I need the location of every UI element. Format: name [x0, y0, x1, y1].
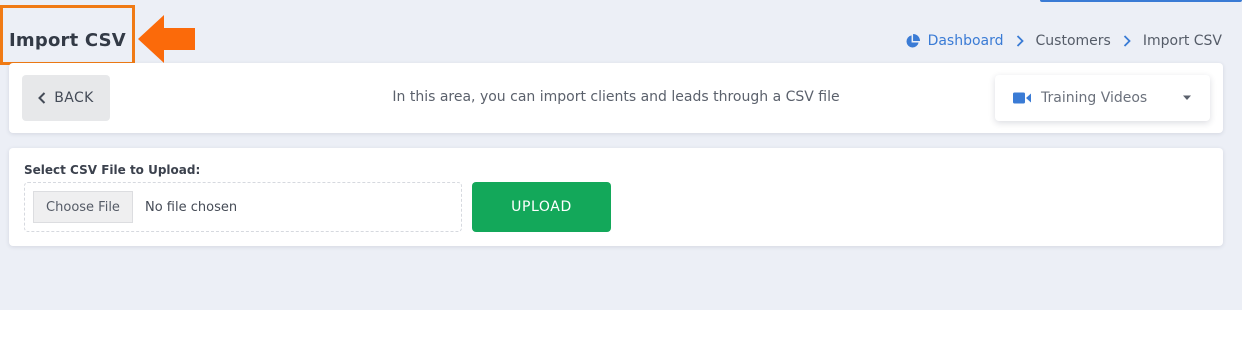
chevron-right-icon [1123, 35, 1131, 47]
breadcrumb-customers-link[interactable]: Customers [1036, 33, 1111, 49]
pie-chart-icon [906, 33, 920, 48]
breadcrumb-current-page: Import CSV [1142, 33, 1222, 49]
upload-field-label: Select CSV File to Upload: [24, 163, 201, 177]
training-videos-dropdown[interactable]: Training Videos [995, 75, 1210, 121]
chevron-right-icon [1016, 35, 1024, 47]
csv-file-input[interactable]: Choose File No file chosen [24, 182, 462, 232]
file-status-text: No file chosen [145, 199, 238, 215]
top-accent-bar [1040, 0, 1242, 2]
breadcrumb-dashboard-link[interactable]: Dashboard [905, 33, 1004, 49]
choose-file-button[interactable]: Choose File [33, 191, 133, 223]
training-videos-label: Training Videos [1041, 90, 1148, 106]
upload-card: Select CSV File to Upload: Choose File N… [9, 148, 1223, 246]
arrow-left-icon [138, 15, 195, 63]
caret-down-icon [1183, 95, 1191, 100]
page-title: Import CSV [9, 30, 126, 51]
toolbar-card: BACK In this area, you can import client… [9, 63, 1223, 133]
breadcrumb-dashboard-label: Dashboard [927, 33, 1004, 49]
breadcrumb: Dashboard Customers Import CSV [905, 33, 1222, 49]
upload-button[interactable]: UPLOAD [472, 182, 611, 232]
video-camera-icon [1013, 92, 1031, 104]
